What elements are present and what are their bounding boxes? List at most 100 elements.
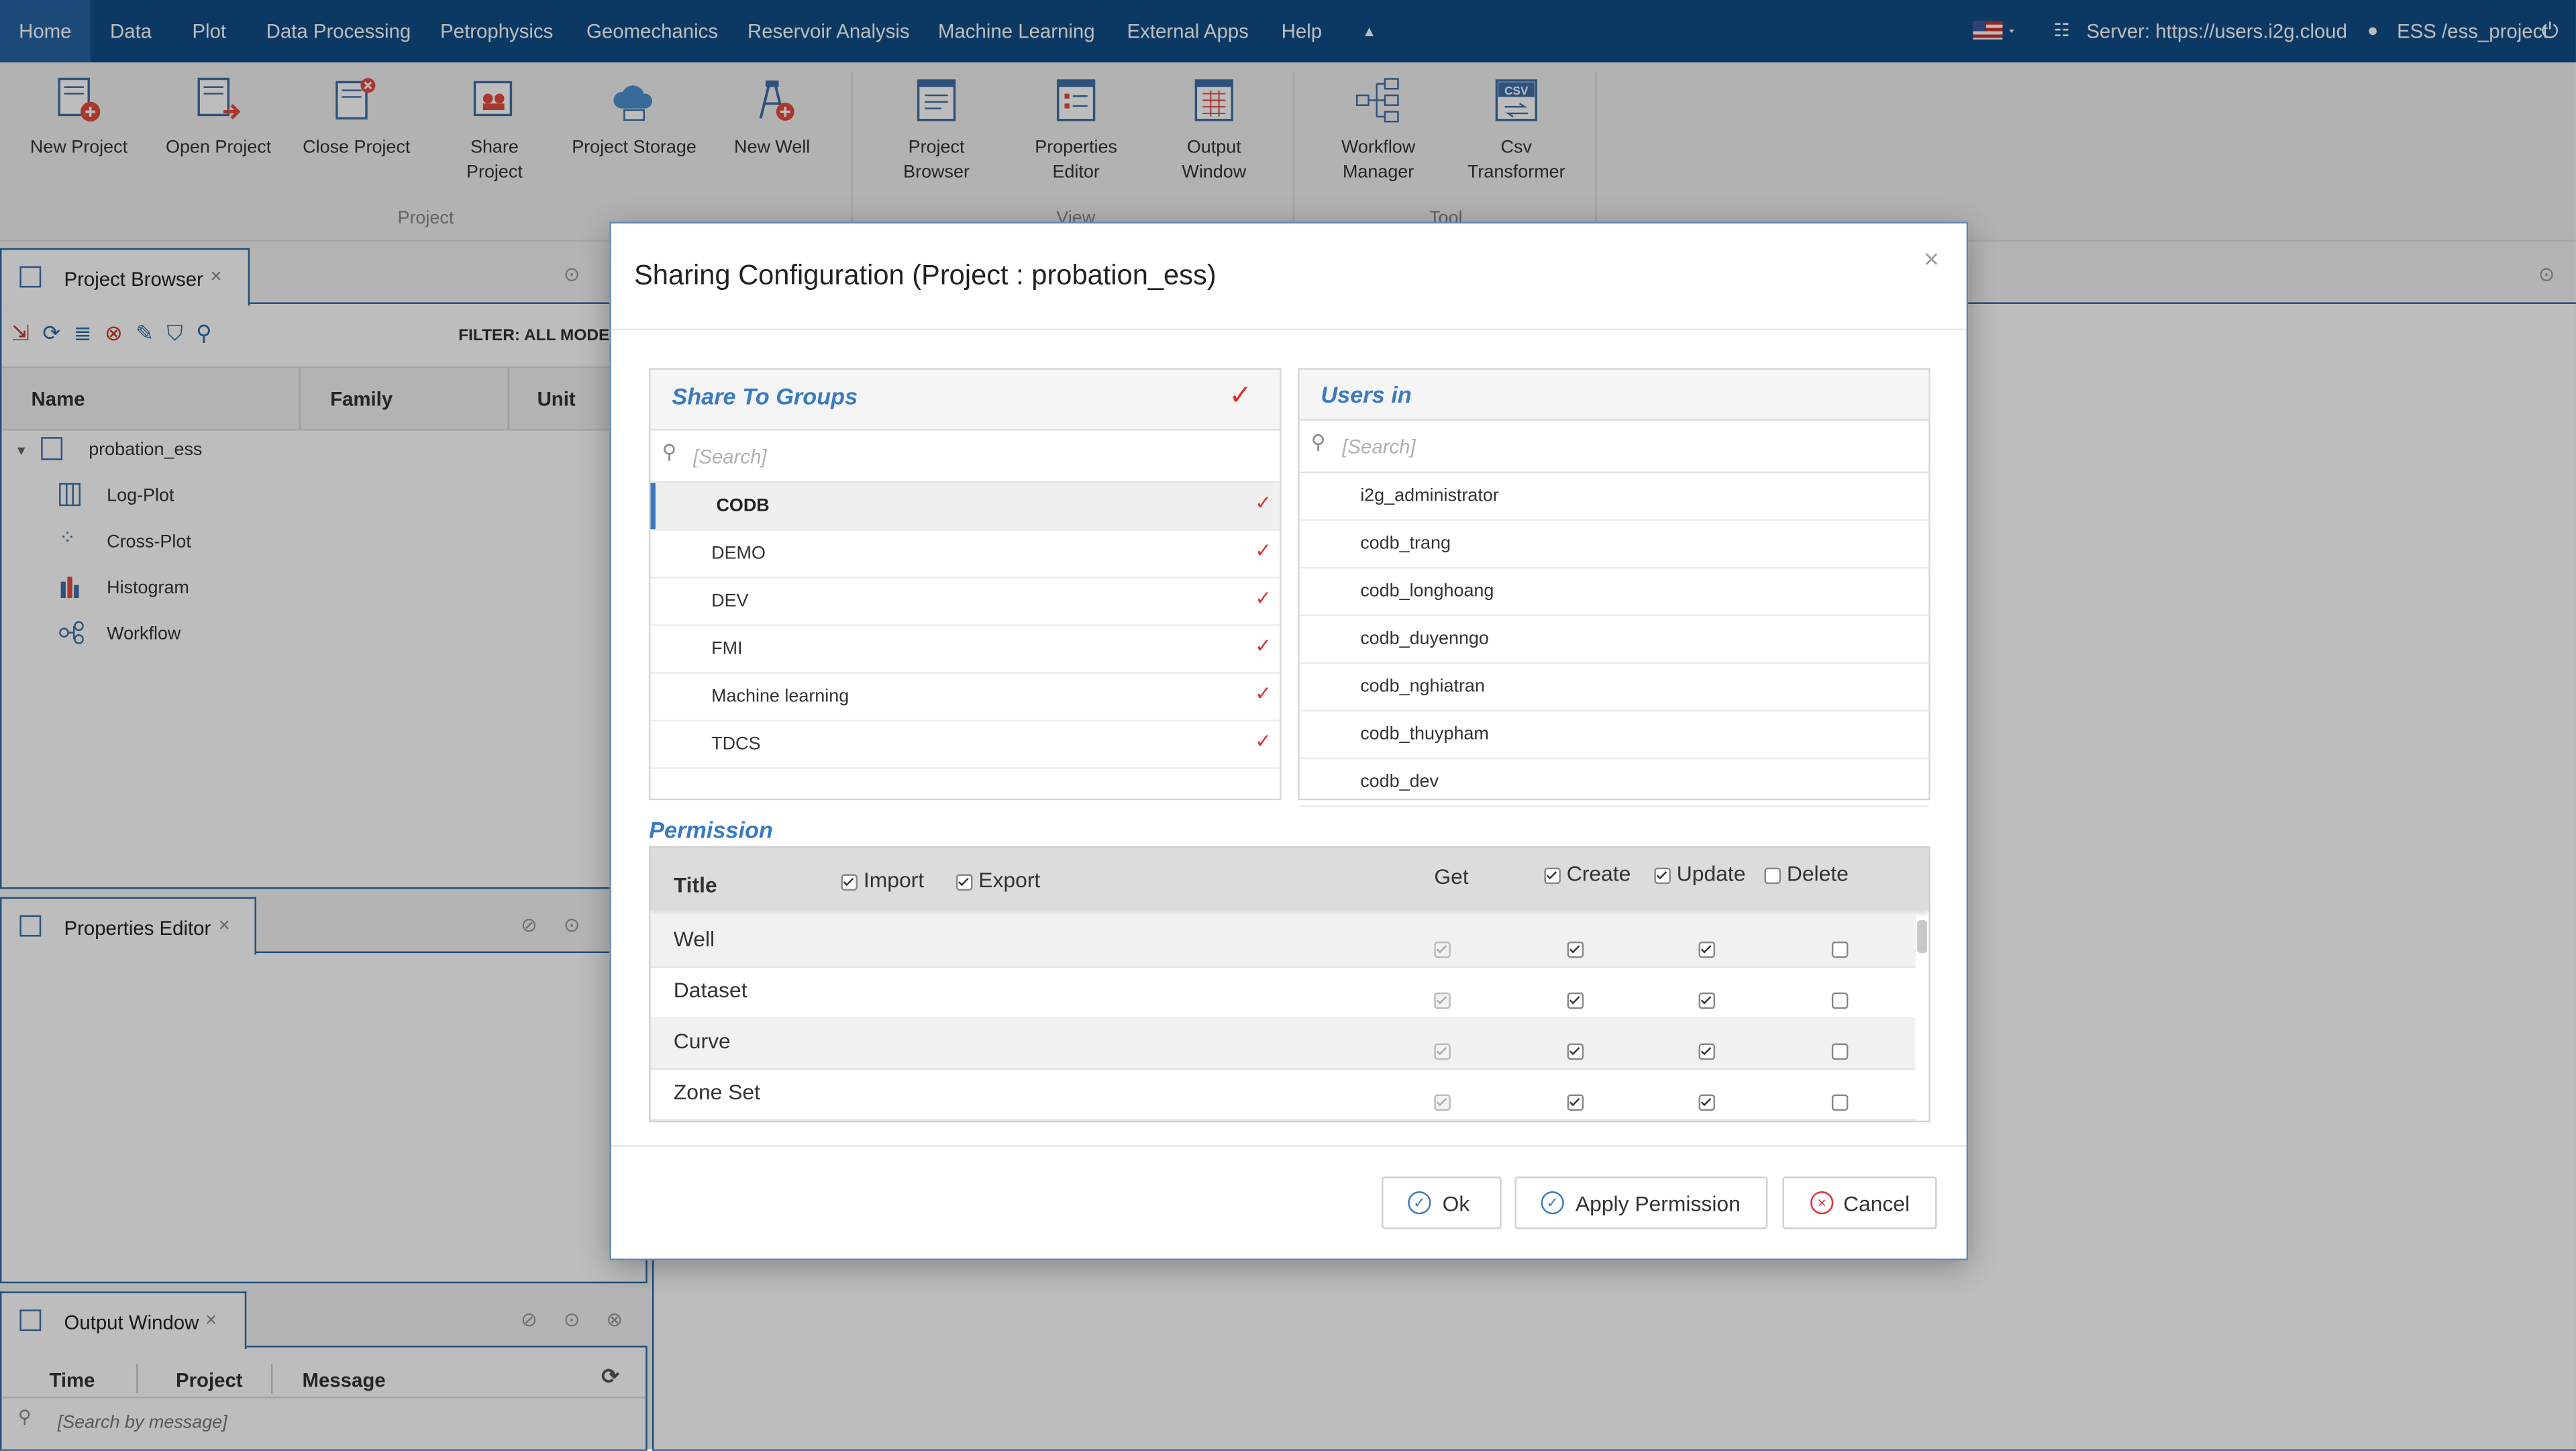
create-checkbox[interactable] — [1566, 1042, 1584, 1060]
check-icon: ✓ — [1255, 634, 1272, 658]
row-title: Well — [673, 926, 715, 952]
users-box: Users in ⚲ i2g_administrator codb_trang … — [1298, 368, 1930, 807]
check-icon: ✓ — [1255, 491, 1272, 515]
check-circle-icon: ✓ — [1541, 1191, 1564, 1215]
user-search-input[interactable] — [1339, 430, 1888, 464]
user-label: codb_longhoang — [1360, 581, 1494, 602]
user-label: codb_thuypham — [1360, 724, 1489, 745]
update-checkbox[interactable] — [1699, 1093, 1716, 1110]
group-item-machine-learning[interactable]: Machine learning ✓ — [650, 674, 1280, 721]
cancel-button[interactable]: × Cancel — [1782, 1176, 1937, 1230]
user-label: codb_duyenngo — [1360, 629, 1489, 650]
user-item[interactable]: i2g_administrator — [1299, 473, 1929, 521]
delete-checkbox[interactable] — [1831, 991, 1849, 1009]
create-checkbox[interactable] — [1544, 866, 1561, 884]
update-checkbox[interactable] — [1699, 1042, 1716, 1060]
divider — [611, 1145, 1967, 1147]
users-title: Users in — [1321, 381, 1412, 408]
apply-permission-button[interactable]: ✓ Apply Permission — [1514, 1176, 1768, 1230]
create-checkbox[interactable] — [1566, 1093, 1584, 1110]
share-groups-title: Share To Groups — [672, 383, 858, 409]
close-icon[interactable]: × — [1924, 246, 1939, 276]
get-checkbox — [1434, 940, 1451, 958]
update-checkbox[interactable] — [1654, 866, 1671, 884]
delete-toggle[interactable]: Delete — [1764, 860, 1849, 886]
get-checkbox — [1434, 1093, 1451, 1110]
export-label: Export — [978, 867, 1041, 893]
permission-row: Zone Set — [650, 1068, 1916, 1121]
group-label: Machine learning — [711, 687, 849, 707]
permission-row: Well — [650, 915, 1916, 968]
create-toggle[interactable]: Create — [1544, 861, 1631, 886]
get-checkbox — [1434, 1042, 1451, 1060]
import-toggle[interactable]: Import — [841, 867, 925, 893]
user-item[interactable]: codb_longhoang — [1299, 568, 1929, 617]
group-item-tdcs[interactable]: TDCS ✓ — [650, 721, 1280, 769]
user-label: i2g_administrator — [1360, 486, 1499, 507]
delete-checkbox[interactable] — [1831, 1042, 1849, 1060]
get-checkbox — [1434, 991, 1451, 1009]
share-groups-header: Share To Groups ✓ — [650, 369, 1280, 431]
group-label: CODB — [716, 496, 770, 516]
permission-row: Curve — [650, 1017, 1916, 1070]
export-checkbox[interactable] — [956, 873, 973, 890]
delete-checkbox[interactable] — [1831, 1093, 1849, 1110]
users-header: Users in — [1299, 369, 1929, 421]
check-circle-icon: ✓ — [1408, 1191, 1431, 1215]
user-item[interactable]: codb_thuypham — [1299, 711, 1929, 760]
user-label: codb_trang — [1360, 534, 1451, 554]
scrollbar-thumb[interactable] — [1917, 920, 1927, 954]
select-all-check-icon[interactable]: ✓ — [1229, 380, 1252, 413]
apply-permission-label: Apply Permission — [1575, 1191, 1741, 1216]
dialog-title: Sharing Configuration (Project : probati… — [634, 259, 1217, 291]
user-label: codb_nghiatran — [1360, 677, 1485, 697]
ok-label: Ok — [1442, 1191, 1470, 1216]
export-toggle[interactable]: Export — [956, 867, 1041, 893]
group-label: TDCS — [711, 734, 761, 754]
check-icon: ✓ — [1255, 539, 1272, 562]
check-icon: ✓ — [1255, 682, 1272, 705]
sharing-configuration-dialog: Sharing Configuration (Project : probati… — [609, 221, 1969, 1260]
check-icon: ✓ — [1255, 730, 1272, 753]
delete-checkbox[interactable] — [1831, 940, 1849, 958]
selection-indicator — [650, 483, 656, 530]
import-label: Import — [863, 867, 925, 893]
row-title: Curve — [673, 1028, 731, 1054]
row-title: Zone Set — [673, 1079, 760, 1105]
group-search-input[interactable] — [690, 440, 1239, 474]
group-item-dev[interactable]: DEV ✓ — [650, 579, 1280, 626]
create-label: Create — [1566, 860, 1631, 886]
update-checkbox[interactable] — [1699, 991, 1716, 1009]
update-label: Update — [1676, 860, 1746, 886]
update-toggle[interactable]: Update — [1654, 861, 1745, 886]
create-checkbox[interactable] — [1566, 940, 1584, 958]
user-item[interactable]: codb_duyenngo — [1299, 616, 1929, 664]
search-icon: ⚲ — [662, 440, 677, 464]
permission-label: Permission — [649, 816, 773, 843]
cancel-circle-icon: × — [1810, 1191, 1834, 1215]
group-item-codb[interactable]: CODB ✓ — [650, 483, 1280, 531]
share-groups-box: Share To Groups ✓ ⚲ CODB ✓ DEMO ✓ DEV ✓ — [649, 368, 1282, 801]
group-item-demo[interactable]: DEMO ✓ — [650, 531, 1280, 579]
header-title: Title — [673, 872, 717, 897]
row-title: Dataset — [673, 977, 748, 1003]
permission-table: Title Import Export Get Create Update De… — [649, 846, 1930, 1123]
header-get: Get — [1434, 864, 1469, 889]
group-label: DEV — [711, 591, 749, 611]
check-icon: ✓ — [1255, 587, 1272, 610]
user-search-row: ⚲ — [1299, 421, 1929, 474]
user-item[interactable]: codb_dev — [1299, 759, 1929, 807]
permission-header: Title Import Export Get Create Update De… — [650, 848, 1929, 911]
ok-button[interactable]: ✓ Ok — [1382, 1176, 1502, 1230]
user-item[interactable]: codb_nghiatran — [1299, 664, 1929, 712]
cancel-label: Cancel — [1843, 1191, 1910, 1216]
delete-checkbox[interactable] — [1764, 866, 1781, 884]
update-checkbox[interactable] — [1699, 940, 1716, 958]
user-item[interactable]: codb_trang — [1299, 521, 1929, 569]
import-checkbox[interactable] — [841, 873, 858, 890]
group-item-fmi[interactable]: FMI ✓ — [650, 626, 1280, 674]
create-checkbox[interactable] — [1566, 991, 1584, 1009]
delete-label: Delete — [1786, 860, 1849, 886]
divider — [611, 328, 1967, 331]
permission-row: Dataset — [650, 966, 1916, 1019]
